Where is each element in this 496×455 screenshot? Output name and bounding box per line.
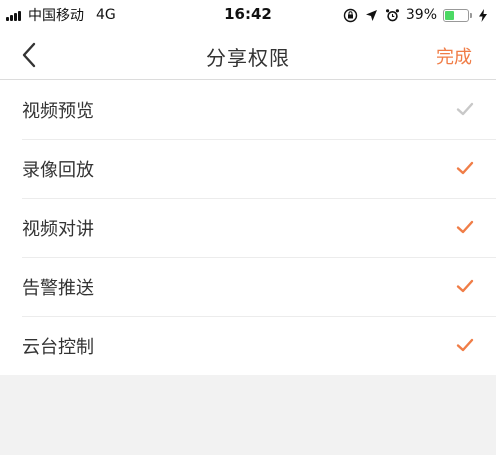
rotation-lock-icon bbox=[343, 8, 358, 23]
location-icon bbox=[364, 8, 379, 23]
checkmark-icon bbox=[456, 220, 474, 234]
checkmark-icon bbox=[456, 279, 474, 293]
permission-row[interactable]: 视频对讲 bbox=[0, 198, 496, 257]
permission-row[interactable]: 告警推送 bbox=[0, 257, 496, 316]
checkmark-icon bbox=[456, 161, 474, 175]
done-button[interactable]: 完成 bbox=[436, 43, 472, 69]
permission-label: 录像回放 bbox=[22, 160, 94, 181]
status-bar: 中国移动 4G 16:42 39% bbox=[0, 0, 496, 30]
permission-label: 视频对讲 bbox=[22, 219, 94, 240]
checkmark-icon bbox=[456, 338, 474, 352]
alarm-icon bbox=[385, 8, 400, 23]
permission-row: 视频预览 bbox=[0, 80, 496, 139]
battery-fill bbox=[445, 10, 454, 20]
battery-percent: 39% bbox=[405, 7, 437, 23]
permission-label: 云台控制 bbox=[22, 337, 94, 358]
status-right: 39% bbox=[343, 5, 490, 25]
permission-label: 告警推送 bbox=[22, 278, 94, 299]
battery-icon bbox=[443, 8, 472, 22]
permission-row[interactable]: 录像回放 bbox=[0, 139, 496, 198]
page-title: 分享权限 bbox=[206, 46, 290, 70]
charging-icon bbox=[475, 8, 490, 23]
nav-bar: 分享权限 完成 bbox=[0, 30, 496, 80]
permission-label: 视频预览 bbox=[22, 101, 94, 122]
checkmark-icon bbox=[456, 102, 474, 116]
permission-row[interactable]: 云台控制 bbox=[0, 316, 496, 375]
permission-list: 视频预览录像回放视频对讲告警推送云台控制 bbox=[0, 80, 496, 375]
